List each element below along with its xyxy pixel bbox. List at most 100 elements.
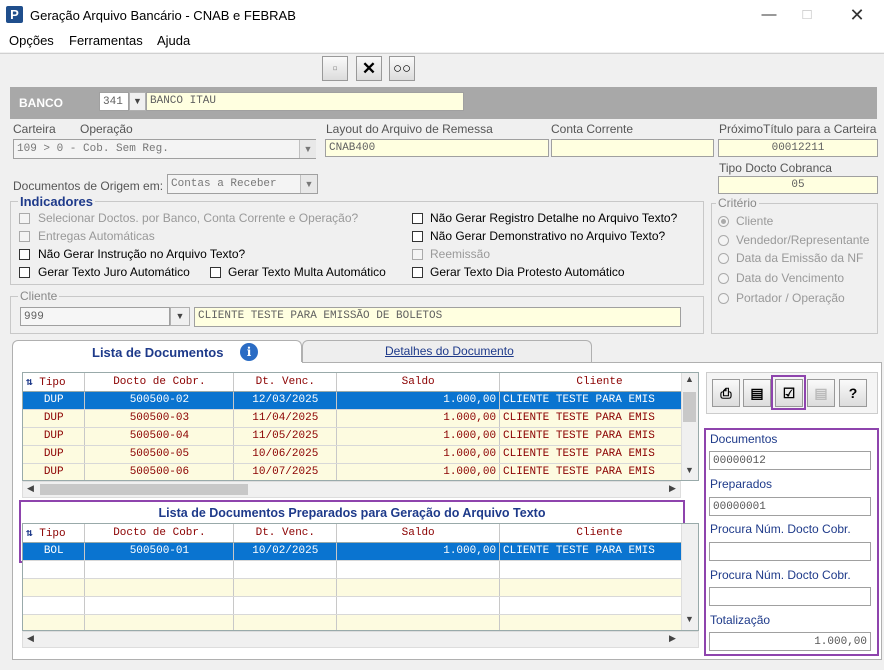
- cliente-lookup-icon[interactable]: ▼: [170, 307, 190, 326]
- scroll-down-icon[interactable]: ▼: [682, 614, 697, 628]
- layout-field: CNAB400: [325, 139, 549, 157]
- banco-code-field[interactable]: 341: [99, 92, 129, 111]
- scroll-down-icon[interactable]: ▼: [682, 465, 697, 479]
- texto-protesto-label: Gerar Texto Dia Protesto Automático: [430, 265, 625, 279]
- criterio-vendedor-label: Vendedor/Representante: [736, 233, 870, 247]
- scroll-thumb[interactable]: [40, 484, 248, 495]
- column-header-tipo[interactable]: ⇅ Tipo: [23, 373, 86, 392]
- criterio-vencimento-radio[interactable]: [718, 273, 729, 284]
- table-row[interactable]: DUP 500500-06 10/07/2025 1.000,00 CLIENTE TE…: [23, 463, 698, 480]
- table-cell: [336, 560, 501, 579]
- column-header-venc[interactable]: Dt. Venc.: [233, 524, 338, 543]
- table-cell: 1.000,00: [336, 409, 501, 428]
- nao-instrucao-label: Não Gerar Instrução no Arquivo Texto?: [38, 247, 246, 261]
- entregas-checkbox[interactable]: [19, 231, 30, 242]
- selecionar-checkbox[interactable]: [19, 213, 30, 224]
- table-row[interactable]: [23, 578, 698, 597]
- table-row[interactable]: [23, 596, 698, 615]
- column-header-saldo[interactable]: Saldo: [336, 373, 501, 392]
- criterio-cliente-label: Cliente: [736, 214, 774, 228]
- maximize-icon[interactable]: □: [784, 0, 830, 30]
- texto-protesto-checkbox[interactable]: [412, 267, 423, 278]
- column-header-saldo[interactable]: Saldo: [336, 524, 501, 543]
- table-cell: CLIENTE TESTE PARA EMIS: [499, 391, 698, 410]
- table-cell: DUP: [23, 409, 86, 428]
- texto-juro-checkbox[interactable]: [19, 267, 30, 278]
- vertical-scrollbar[interactable]: [681, 373, 698, 480]
- window-title: Geração Arquivo Bancário - CNAB e FEBRAB: [30, 8, 296, 23]
- window-icon[interactable]: ▤: [743, 379, 771, 407]
- procura1-input[interactable]: [709, 542, 871, 561]
- table-cell: 500500-02: [84, 391, 235, 410]
- table-row[interactable]: [23, 614, 698, 630]
- table-row[interactable]: DUP 500500-04 11/05/2025 1.000,00 CLIENTE TE…: [23, 427, 698, 446]
- column-header-venc[interactable]: Dt. Venc.: [233, 373, 338, 392]
- criterio-emissao-radio[interactable]: [718, 253, 729, 264]
- proximo-titulo-field: 00012211: [718, 139, 878, 157]
- table-cell: DUP: [23, 445, 86, 464]
- info-icon[interactable]: i: [240, 343, 258, 361]
- table-row[interactable]: DUP 500500-03 11/04/2025 1.000,00 CLIENTE TE…: [23, 409, 698, 428]
- nao-instrucao-checkbox[interactable]: [19, 249, 30, 260]
- table-cell: [84, 614, 235, 630]
- binoculars-icon[interactable]: ○○: [389, 56, 415, 81]
- nao-registro-checkbox[interactable]: [412, 213, 423, 224]
- tab-lista-label: Lista de Documentos: [92, 345, 224, 360]
- chevron-down-icon[interactable]: ▼: [300, 175, 317, 193]
- help-icon[interactable]: ?: [839, 379, 867, 407]
- column-header-docto[interactable]: Docto de Cobr.: [84, 524, 235, 543]
- cliente-name-field: CLIENTE TESTE PARA EMISSÃO DE BOLETOS: [194, 307, 681, 327]
- table-cell: CLIENTE TESTE PARA EMIS: [499, 427, 698, 446]
- document-icon[interactable]: ▤: [807, 379, 835, 407]
- scroll-right-icon[interactable]: ▶: [666, 633, 679, 646]
- scroll-right-icon[interactable]: ▶: [666, 483, 679, 496]
- checkbox-icon[interactable]: ☑: [775, 379, 803, 407]
- cliente-code-field[interactable]: 999: [20, 307, 170, 326]
- totalizacao-field: 1.000,00: [709, 632, 871, 651]
- table-cell: 10/02/2025: [233, 542, 338, 561]
- column-header-cliente[interactable]: Cliente: [499, 373, 698, 392]
- preparados-count-field: 00000001: [709, 497, 871, 516]
- table-row[interactable]: [23, 560, 698, 579]
- column-header-docto[interactable]: Docto de Cobr.: [84, 373, 235, 392]
- nao-demonstrativo-label: Não Gerar Demonstrativo no Arquivo Texto…: [430, 229, 666, 243]
- carteira-operacao-select[interactable]: 109 > 0 - Cob. Sem Reg.: [13, 139, 316, 159]
- column-header-cliente[interactable]: Cliente: [499, 524, 698, 543]
- menu-opcoes[interactable]: Opções: [9, 33, 54, 48]
- scroll-left-icon[interactable]: ◀: [24, 483, 37, 496]
- docs-origem-select[interactable]: Contas a Receber: [167, 174, 318, 194]
- criterio-cliente-radio[interactable]: [718, 216, 729, 227]
- operacao-label: Operação: [80, 122, 133, 136]
- criterio-vendedor-radio[interactable]: [718, 235, 729, 246]
- chevron-down-icon[interactable]: ▼: [299, 140, 316, 158]
- table-cell: 11/05/2025: [233, 427, 338, 446]
- nao-demonstrativo-checkbox[interactable]: [412, 231, 423, 242]
- table-cell: CLIENTE TESTE PARA EMIS: [499, 542, 698, 561]
- table-cell: 500500-05: [84, 445, 235, 464]
- texto-multa-checkbox[interactable]: [210, 267, 221, 278]
- table-cell: [23, 578, 86, 597]
- criterio-portador-radio[interactable]: [718, 293, 729, 304]
- close-icon[interactable]: ✕: [834, 0, 880, 30]
- column-header-tipo[interactable]: ⇅ Tipo: [23, 524, 86, 543]
- menu-ferramentas[interactable]: Ferramentas: [69, 33, 143, 48]
- table-row[interactable]: DUP 500500-02 12/03/2025 1.000,00 CLIENTE TE…: [23, 391, 698, 410]
- texto-multa-label: Gerar Texto Multa Automático: [228, 265, 386, 279]
- printer-icon[interactable]: ⎙: [712, 379, 740, 407]
- delete-button[interactable]: ✕: [356, 56, 382, 81]
- horizontal-scrollbar[interactable]: [22, 631, 699, 648]
- menu-ajuda[interactable]: Ajuda: [157, 33, 190, 48]
- table-row[interactable]: DUP 500500-05 10/06/2025 1.000,00 CLIENTE TE…: [23, 445, 698, 464]
- documentos-count-field: 00000012: [709, 451, 871, 470]
- table-cell: 500500-04: [84, 427, 235, 446]
- scroll-thumb[interactable]: [683, 392, 696, 422]
- scroll-up-icon[interactable]: ▲: [682, 374, 697, 388]
- reemissao-checkbox[interactable]: [412, 249, 423, 260]
- scroll-left-icon[interactable]: ◀: [24, 633, 37, 646]
- table-row[interactable]: BOL 500500-01 10/02/2025 1.000,00 CLIENTE TE…: [23, 542, 698, 561]
- blank-doc-button[interactable]: ▫: [322, 56, 348, 81]
- procura2-input[interactable]: [709, 587, 871, 606]
- tipo-docto-field: 05: [718, 176, 878, 194]
- banco-lookup-icon[interactable]: ▼: [129, 92, 146, 111]
- conta-label: Conta Corrente: [551, 122, 634, 136]
